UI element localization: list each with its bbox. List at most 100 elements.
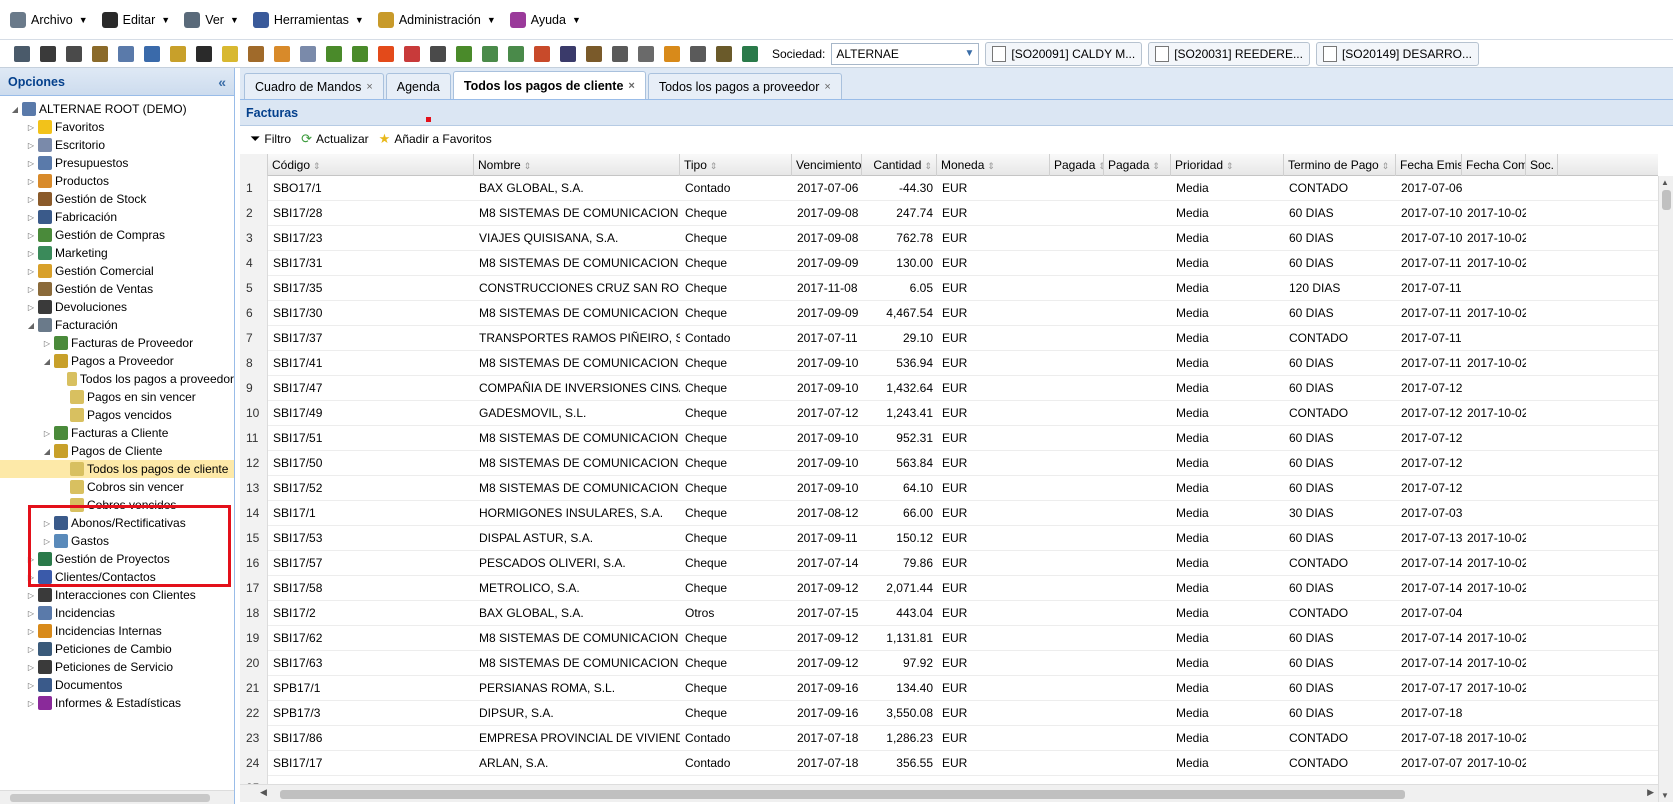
table-row[interactable]: 23 SBI17/86 EMPRESA PROVINCIAL DE VIVIENDA… xyxy=(240,726,1658,751)
tree-item-gesti-n-de-compras[interactable]: ▷ Gestión de Compras xyxy=(0,226,234,244)
column-header-pagada[interactable]: Pagada⇕ xyxy=(1104,154,1171,176)
recent-doc-button[interactable]: [SO20091] CALDY M... xyxy=(985,41,1143,66)
expanded-arrow-icon[interactable]: ◢ xyxy=(42,357,52,366)
table-row[interactable]: 3 SBI17/23 VIAJES QUISISANA, S.A. Cheque 201… xyxy=(240,226,1658,251)
calendar-icon[interactable] xyxy=(118,45,134,62)
tree-item-documentos[interactable]: ▷ Documentos xyxy=(0,676,234,694)
column-header-tipo[interactable]: Tipo ⇕ xyxy=(680,154,792,176)
close-icon[interactable]: × xyxy=(366,81,372,93)
recent-doc-button[interactable]: [SO20031] REEDERE... xyxy=(1148,41,1310,66)
mail-icon[interactable] xyxy=(690,45,706,62)
grid-horizontal-scrollbar[interactable]: ◀ ▶ xyxy=(240,784,1658,802)
tree-item-devoluciones[interactable]: ▷ Devoluciones xyxy=(0,298,234,316)
window-icon[interactable] xyxy=(612,45,628,62)
tree-item-pagos-en-sin-vencer[interactable]: Pagos en sin vencer xyxy=(0,388,234,406)
menu-administración[interactable]: Administración ▼ xyxy=(377,11,496,28)
collapsed-arrow-icon[interactable]: ▷ xyxy=(26,663,36,672)
menu-ayuda[interactable]: Ayuda ▼ xyxy=(509,11,581,28)
upload-icon[interactable] xyxy=(508,45,524,62)
column-header-pagada[interactable]: Pagada⇕ xyxy=(1050,154,1104,176)
tree-item-gesti-n-de-stock[interactable]: ▷ Gestión de Stock xyxy=(0,190,234,208)
upload-icon[interactable] xyxy=(482,45,498,62)
tree-item-alternae-root-demo-[interactable]: ◢ ALTERNAE ROOT (DEMO) xyxy=(0,100,234,118)
tree-item-todos-los-pagos-a-proveedor[interactable]: Todos los pagos a proveedor xyxy=(0,370,234,388)
tree-item-fabricaci-n[interactable]: ▷ Fabricación xyxy=(0,208,234,226)
folder-icon[interactable] xyxy=(222,45,238,62)
tree-icon[interactable] xyxy=(352,45,368,62)
handshake-icon[interactable] xyxy=(716,45,732,62)
tree-item-peticiones-de-cambio[interactable]: ▷ Peticiones de Cambio xyxy=(0,640,234,658)
tree-item-pagos-de-cliente[interactable]: ◢ Pagos de Cliente xyxy=(0,442,234,460)
tree-item-peticiones-de-servicio[interactable]: ▷ Peticiones de Servicio xyxy=(0,658,234,676)
collapsed-arrow-icon[interactable]: ▷ xyxy=(26,213,36,222)
tab-todos-los-pagos-a-proveedor[interactable]: Todos los pagos a proveedor × xyxy=(647,73,842,99)
column-header-termino-de-pago[interactable]: Termino de Pago ⇕ xyxy=(1284,154,1396,176)
column-header-vencimiento[interactable]: Vencimiento⇕ xyxy=(792,154,862,176)
expanded-arrow-icon[interactable]: ◢ xyxy=(26,321,36,330)
expanded-arrow-icon[interactable]: ◢ xyxy=(10,105,20,114)
table-row[interactable]: 8 SBI17/41 M8 SISTEMAS DE COMUNICACION Y R… xyxy=(240,351,1658,376)
sociedad-select[interactable]: ALTERNAE ▼ xyxy=(831,42,980,65)
user-icon[interactable] xyxy=(404,45,420,62)
add-favorites-button[interactable]: ★ Añadir a Favoritos xyxy=(379,131,492,147)
tab-cuadro-de-mandos[interactable]: Cuadro de Mandos × xyxy=(244,73,384,99)
collapsed-arrow-icon[interactable]: ▷ xyxy=(26,699,36,708)
menu-archivo[interactable]: Archivo ▼ xyxy=(10,11,88,28)
table-row[interactable]: 21 SPB17/1 PERSIANAS ROMA, S.L. Cheque 2017-… xyxy=(240,676,1658,701)
refresh-button[interactable]: ⟳ Actualizar xyxy=(301,131,369,147)
tree-item-productos[interactable]: ▷ Productos xyxy=(0,172,234,190)
home-icon[interactable] xyxy=(534,45,550,62)
table-row[interactable]: 2 SBI17/28 M8 SISTEMAS DE COMUNICACION Y R… xyxy=(240,201,1658,226)
table-row[interactable]: 12 SBI17/50 M8 SISTEMAS DE COMUNICACION Y … xyxy=(240,451,1658,476)
document-icon[interactable] xyxy=(144,45,160,62)
tree-item-cobros-sin-vencer[interactable]: Cobros sin vencer xyxy=(0,478,234,496)
tree-item-presupuestos[interactable]: ▷ Presupuestos xyxy=(0,154,234,172)
collapsed-arrow-icon[interactable]: ▷ xyxy=(26,195,36,204)
collapsed-arrow-icon[interactable]: ▷ xyxy=(26,681,36,690)
collapsed-arrow-icon[interactable]: ▷ xyxy=(26,591,36,600)
collapsed-arrow-icon[interactable]: ▷ xyxy=(26,609,36,618)
cut-icon[interactable] xyxy=(40,45,56,62)
chart-icon[interactable] xyxy=(300,45,316,62)
collapsed-arrow-icon[interactable]: ▷ xyxy=(26,177,36,186)
collapsed-arrow-icon[interactable]: ▷ xyxy=(42,339,52,348)
column-header-cantidad[interactable]: Cantidad ⇕ xyxy=(862,154,937,176)
table-row[interactable]: 13 SBI17/52 M8 SISTEMAS DE COMUNICACION Y … xyxy=(240,476,1658,501)
table-row[interactable]: 7 SBI17/37 TRANSPORTES RAMOS PIÑEIRO, S.L.… xyxy=(240,326,1658,351)
menu-herramientas[interactable]: Herramientas ▼ xyxy=(252,11,364,28)
table-row[interactable]: 18 SBI17/2 BAX GLOBAL, S.A. Otros 2017-07-15… xyxy=(240,601,1658,626)
tree-item-facturas-de-proveedor[interactable]: ▷ Facturas de Proveedor xyxy=(0,334,234,352)
sidebar-horizontal-scrollbar[interactable] xyxy=(0,790,234,804)
tree-item-incidencias[interactable]: ▷ Incidencias xyxy=(0,604,234,622)
table-row[interactable]: 6 SBI17/30 M8 SISTEMAS DE COMUNICACION Y R… xyxy=(240,301,1658,326)
tree-item-interacciones-con-clientes[interactable]: ▷ Interacciones con Clientes xyxy=(0,586,234,604)
tree-item-todos-los-pagos-de-cliente[interactable]: Todos los pagos de cliente xyxy=(0,460,234,478)
fire-icon[interactable] xyxy=(378,45,394,62)
scroll-up-icon[interactable]: ▲ xyxy=(1661,178,1669,187)
scroll-down-icon[interactable]: ▼ xyxy=(1661,791,1669,800)
column-header-fecha-comu[interactable]: Fecha Comu⇕ xyxy=(1462,154,1526,176)
book-icon[interactable] xyxy=(170,45,186,62)
table-row[interactable]: 9 SBI17/47 COMPAÑIA DE INVERSIONES CINSA, … xyxy=(240,376,1658,401)
table-row[interactable]: 5 SBI17/35 CONSTRUCCIONES CRUZ SAN ROMAN, … xyxy=(240,276,1658,301)
scroll-thumb[interactable] xyxy=(10,794,210,802)
collapsed-arrow-icon[interactable]: ▷ xyxy=(26,627,36,636)
tree-item-pagos-a-proveedor[interactable]: ◢ Pagos a Proveedor xyxy=(0,352,234,370)
paste-icon[interactable] xyxy=(92,45,108,62)
grid-vertical-scrollbar[interactable]: ▲ ▼ xyxy=(1658,176,1673,802)
column-header-prioridad[interactable]: Prioridad ⇕ xyxy=(1171,154,1284,176)
table-row[interactable]: 20 SBI17/63 M8 SISTEMAS DE COMUNICACION Y … xyxy=(240,651,1658,676)
collapsed-arrow-icon[interactable]: ▷ xyxy=(26,249,36,258)
tree-icon[interactable] xyxy=(326,45,342,62)
tree-item-marketing[interactable]: ▷ Marketing xyxy=(0,244,234,262)
scroll-thumb[interactable] xyxy=(1662,190,1671,210)
collapsed-arrow-icon[interactable]: ▷ xyxy=(26,267,36,276)
calculator-icon[interactable] xyxy=(430,45,446,62)
print-icon[interactable] xyxy=(14,45,30,62)
table-row[interactable]: 19 SBI17/62 M8 SISTEMAS DE COMUNICACION Y … xyxy=(240,626,1658,651)
layers-icon[interactable] xyxy=(742,45,758,62)
tab-agenda[interactable]: Agenda xyxy=(385,73,451,99)
collapsed-arrow-icon[interactable]: ▷ xyxy=(26,123,36,132)
tree-item-gesti-n-de-ventas[interactable]: ▷ Gestión de Ventas xyxy=(0,280,234,298)
scroll-left-icon[interactable]: ◀ xyxy=(260,787,267,798)
